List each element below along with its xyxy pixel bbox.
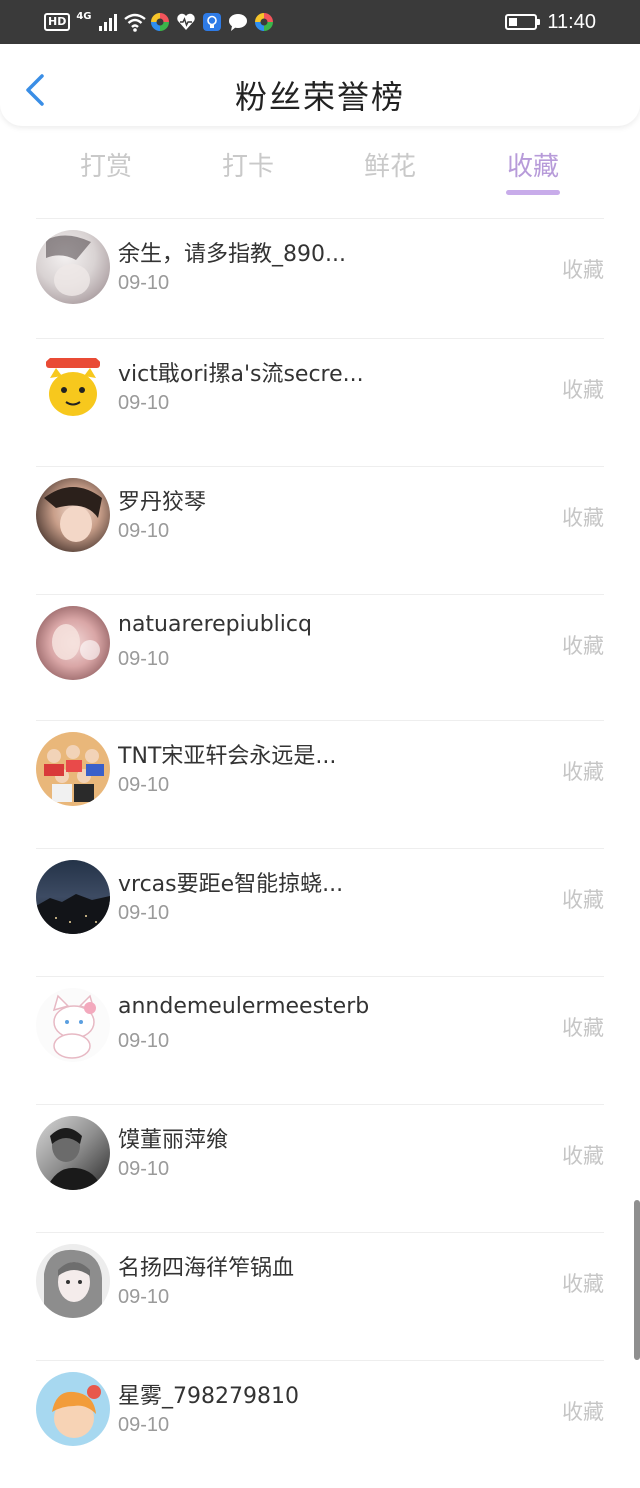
avatar[interactable] [36,732,110,806]
divider [36,976,604,977]
status-left: HD 4G [44,10,274,34]
fan-date: 09-10 [118,774,170,796]
divider [36,338,604,339]
fan-type: 收藏 [562,634,604,658]
network-type: 4G [76,10,92,22]
avatar[interactable] [36,860,110,934]
avatar[interactable] [36,230,110,304]
signal-icon [98,12,118,32]
fan-date: 09-10 [118,648,170,670]
list-item[interactable]: 馍董丽萍飨 09-10 收藏 [0,1104,640,1232]
clock: 11:40 [547,10,596,33]
tab-flowers[interactable]: 鲜花 [330,146,450,183]
fan-date: 09-10 [118,1030,170,1052]
list-item[interactable]: natuarerepiublicq 09-10 收藏 [0,594,640,722]
fan-name: 罗丹狡琴 [118,490,207,515]
fan-name: 馍董丽萍飨 [118,1128,229,1153]
fan-date: 09-10 [118,1414,170,1436]
fan-type: 收藏 [562,1016,604,1040]
divider [36,1360,604,1361]
wifi-icon [123,12,146,32]
status-right: 11:40 [505,8,596,36]
fan-name: natuarerepiublicq [118,612,312,637]
chat-icon [228,12,248,32]
heart-icon [176,12,196,32]
fan-date: 09-10 [118,902,170,924]
fan-date: 09-10 [118,392,170,414]
hd-badge: HD [44,13,71,31]
list-item[interactable]: 罗丹狡琴 09-10 收藏 [0,466,640,594]
fan-type: 收藏 [562,506,604,530]
avatar[interactable] [36,1116,110,1190]
fan-type: 收藏 [562,378,604,402]
bulb-icon [202,12,222,32]
app-color-icon [150,12,170,32]
avatar[interactable] [36,606,110,680]
list-item[interactable]: anndemeulermeesterb 09-10 收藏 [0,976,640,1104]
divider [36,1104,604,1105]
fan-date: 09-10 [118,272,170,294]
list-item[interactable]: vrcas要距e智能掠蛲... 09-10 收藏 [0,848,640,976]
divider [36,594,604,595]
divider [36,848,604,849]
tab-favorites[interactable]: 收藏 [473,146,593,183]
avatar[interactable] [36,478,110,552]
avatar[interactable] [36,1244,110,1318]
fan-type: 收藏 [562,1272,604,1296]
fan-name: 名扬四海徉笮锅血 [118,1256,295,1281]
battery-fill [509,18,518,26]
list-item[interactable]: TNT宋亚轩会永远是... 09-10 收藏 [0,720,640,848]
app-color-icon [254,12,274,32]
list-item[interactable]: 余生，请多指教_890... 09-10 收藏 [0,218,640,346]
fan-name: 星雾_798279810 [118,1384,299,1409]
tab-active-indicator [506,190,560,195]
avatar[interactable] [36,350,110,424]
avatar[interactable] [36,988,110,1062]
list-item[interactable]: vict戢ori摞a's流secre... 09-10 收藏 [0,338,640,466]
fan-date: 09-10 [118,1286,170,1308]
tab-reward[interactable]: 打赏 [46,146,166,183]
fan-date: 09-10 [118,1158,170,1180]
page-title: 粉丝荣誉榜 [234,78,405,116]
app-header: 粉丝荣誉榜 [0,44,640,126]
divider [36,720,604,721]
fan-name: TNT宋亚轩会永远是... [118,744,337,769]
fan-name: anndemeulermeesterb [118,994,370,1019]
battery-icon [505,14,541,30]
divider [36,218,604,219]
divider [36,1232,604,1233]
fan-type: 收藏 [562,760,604,784]
fan-name: vrcas要距e智能掠蛲... [118,872,344,897]
divider [36,466,604,467]
fan-name: vict戢ori摞a's流secre... [118,362,364,387]
status-bar: HD 4G 11:40 [0,0,640,44]
fan-type: 收藏 [562,888,604,912]
scrollbar[interactable] [634,1200,640,1360]
list-item[interactable]: 名扬四海徉笮锅血 09-10 收藏 [0,1232,640,1360]
fan-name: 余生，请多指教_890... [118,242,346,267]
tab-bar: 打赏 打卡 鲜花 收藏 [0,126,640,218]
fan-date: 09-10 [118,520,170,542]
tab-checkin[interactable]: 打卡 [188,146,308,183]
fan-type: 收藏 [562,258,604,282]
fan-type: 收藏 [562,1144,604,1168]
avatar[interactable] [36,1372,110,1446]
list-item[interactable]: 星雾_798279810 09-10 收藏 [0,1360,640,1488]
